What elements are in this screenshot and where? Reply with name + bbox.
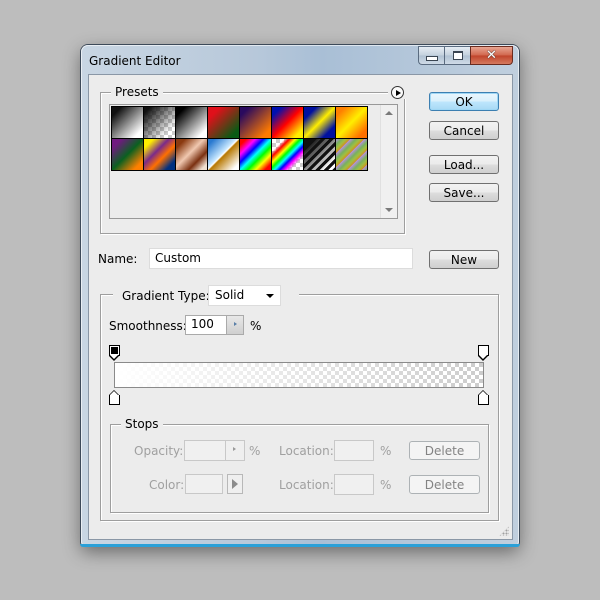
preset-swatch-yellow-violet-orange-blue[interactable]: [144, 139, 175, 170]
stops-legend: Stops: [121, 417, 163, 431]
presets-group: Presets: [100, 85, 406, 234]
chevron-down-icon: [266, 294, 274, 298]
minimize-icon: [425, 56, 438, 61]
gradient-editor-window: Gradient Editor ✕ Presets OK Cancel Load…: [80, 45, 520, 547]
scroll-up-icon[interactable]: [385, 111, 393, 115]
delete-opacity-stop-button[interactable]: Delete: [409, 441, 480, 460]
preset-swatch-neutral-density[interactable]: [336, 139, 367, 170]
opacity-stop-pointer: [109, 355, 119, 361]
preset-swatch-copper[interactable]: [176, 139, 207, 170]
opacity-unit: %: [249, 444, 261, 458]
opacity-stop-swatch: [480, 347, 487, 354]
gradient-type-value: Solid: [215, 288, 245, 302]
color-swatch-input[interactable]: [185, 474, 223, 494]
opacity-stop-pointer: [478, 355, 488, 361]
gradient-type-select[interactable]: Solid: [208, 285, 281, 306]
preset-swatch-violet-green-orange[interactable]: [112, 139, 143, 170]
opacity-stepper-button[interactable]: [225, 440, 245, 461]
color-stop-pointer: [478, 390, 488, 395]
preset-swatch-chrome[interactable]: [208, 139, 239, 170]
color-stop-swatch: [109, 395, 120, 405]
smoothness-label: Smoothness:: [109, 319, 187, 333]
opacity-stop-right[interactable]: [478, 345, 489, 361]
window-title: Gradient Editor: [89, 54, 181, 68]
gradient-preview-fill: [115, 363, 483, 387]
preset-swatch-foreground-to-background[interactable]: [112, 107, 143, 138]
opacity-location-input[interactable]: [334, 440, 374, 461]
smoothness-stepper-button[interactable]: [226, 315, 244, 335]
color-stop-right[interactable]: [478, 390, 489, 405]
preset-swatch-transparent-stripes[interactable]: [304, 139, 335, 170]
preset-swatch-blue-red-yellow[interactable]: [272, 107, 303, 138]
color-stop-swatch: [478, 395, 489, 405]
preset-swatch-foreground-to-transparent[interactable]: [144, 107, 175, 138]
color-location-unit: %: [380, 478, 392, 492]
caption-buttons: ✕: [418, 46, 513, 65]
preset-swatch-spectrum[interactable]: [240, 139, 271, 170]
resize-grip-icon[interactable]: [499, 526, 509, 536]
opacity-location-unit: %: [380, 444, 392, 458]
ok-button[interactable]: OK: [429, 92, 499, 111]
load-button[interactable]: Load...: [429, 155, 499, 174]
color-stop-left[interactable]: [109, 390, 120, 405]
preset-swatch-black-white[interactable]: [176, 107, 207, 138]
stops-group: Stops: [110, 417, 489, 513]
opacity-input[interactable]: [184, 440, 226, 461]
cancel-button[interactable]: Cancel: [429, 121, 499, 140]
presets-legend: Presets: [111, 85, 163, 99]
opacity-stop-left[interactable]: [109, 345, 120, 361]
close-icon: ✕: [486, 48, 497, 63]
minimize-button[interactable]: [418, 46, 444, 65]
color-location-label: Location:: [279, 478, 334, 492]
dialog-client-area: Presets OK Cancel Load... Save... Name: …: [88, 74, 513, 540]
preset-swatch-blue-yellow-blue[interactable]: [304, 107, 335, 138]
smoothness-unit: %: [250, 319, 262, 333]
preset-swatch-transparent-rainbow[interactable]: [272, 139, 303, 170]
presets-list: [109, 104, 398, 219]
preset-swatch-orange-yellow-orange[interactable]: [336, 107, 367, 138]
save-button[interactable]: Save...: [429, 183, 499, 202]
flyout-menu-icon[interactable]: [391, 86, 404, 99]
color-label: Color:: [149, 478, 185, 492]
preset-swatch-red-green[interactable]: [208, 107, 239, 138]
opacity-location-label: Location:: [279, 444, 334, 458]
scroll-down-icon[interactable]: [385, 208, 393, 212]
name-field[interactable]: Custom: [149, 248, 413, 269]
preset-swatch-violet-orange[interactable]: [240, 107, 271, 138]
delete-color-stop-button[interactable]: Delete: [409, 475, 480, 494]
new-button[interactable]: New: [429, 250, 499, 269]
gradient-preview-bar[interactable]: [114, 362, 484, 388]
maximize-icon: [452, 51, 463, 60]
color-stop-pointer: [109, 390, 119, 395]
maximize-button[interactable]: [444, 46, 470, 65]
color-location-input[interactable]: [334, 474, 374, 495]
opacity-stop-swatch: [111, 347, 118, 354]
preset-swatch-grid: [111, 106, 368, 171]
close-button[interactable]: ✕: [470, 46, 513, 65]
smoothness-input[interactable]: 100: [185, 315, 227, 335]
gradient-type-label: Gradient Type:: [122, 289, 210, 303]
opacity-label: Opacity:: [134, 444, 184, 458]
name-label: Name:: [98, 252, 138, 266]
color-picker-arrow-icon[interactable]: [227, 474, 243, 494]
presets-scrollbar[interactable]: [380, 105, 397, 218]
